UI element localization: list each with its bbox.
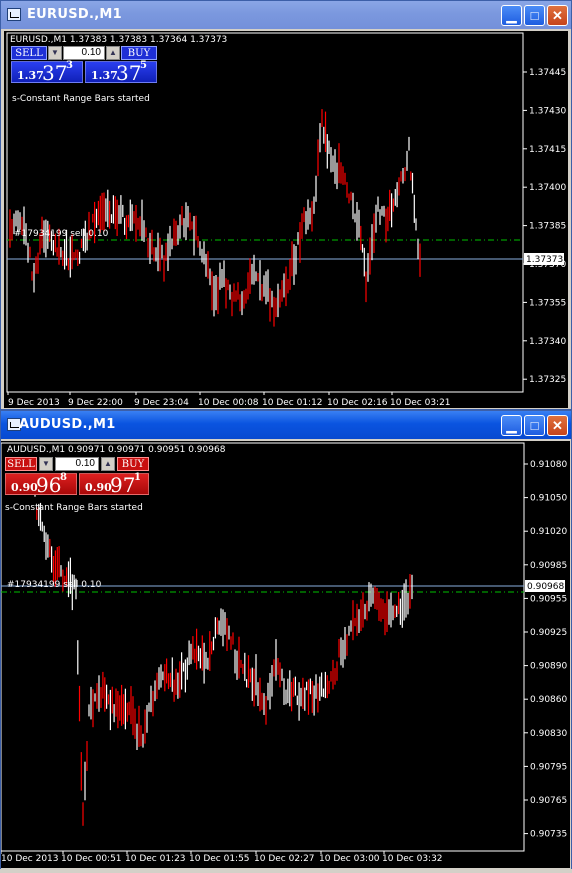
close-button[interactable]: ✕ xyxy=(547,5,568,26)
ask-pip: 5 xyxy=(140,60,147,71)
price-tick-label: 1.37325 xyxy=(529,375,566,385)
lot-up-arrow-icon[interactable]: ▲ xyxy=(106,46,120,60)
price-tick-label: 0.90830 xyxy=(530,729,567,739)
buy-button[interactable]: BUY xyxy=(117,457,149,471)
order-label: #17934199 sell 0.10 xyxy=(14,229,109,239)
time-tick-label: 10 Dec 03:21 xyxy=(390,398,451,408)
price-tick-label: 1.37415 xyxy=(529,145,566,155)
time-tick-label: 10 Dec 01:23 xyxy=(125,854,186,864)
lot-down-arrow-icon[interactable]: ▼ xyxy=(39,457,53,471)
price-tick-label: 0.90765 xyxy=(530,796,567,806)
bottom-tab-strip xyxy=(0,869,572,873)
window-title: AUDUSD.,M1 xyxy=(19,417,116,432)
time-tick-label: 10 Dec 00:08 xyxy=(198,398,259,408)
lot-up-arrow-icon[interactable]: ▲ xyxy=(101,457,115,471)
plot-border xyxy=(6,32,524,393)
time-tick-label: 9 Dec 2013 xyxy=(8,398,60,408)
minimize-button[interactable]: ▁ xyxy=(501,415,522,436)
ask-prefix: 0.90 xyxy=(85,481,112,494)
window-titlebar[interactable]: EURUSD.,M1 ▁ □ ✕ xyxy=(1,1,571,29)
price-tick-label: 1.37355 xyxy=(529,298,566,308)
bid-pip: 3 xyxy=(66,60,73,71)
price-tick-label: 0.90985 xyxy=(530,561,567,571)
chart-window-icon xyxy=(7,8,21,21)
price-tick-label: 0.90735 xyxy=(530,830,567,840)
ask-prefix: 1.37 xyxy=(91,69,118,82)
buy-button[interactable]: BUY xyxy=(121,46,157,60)
current-price-label: 0.90968 xyxy=(527,582,564,592)
chart-canvas-area[interactable]: 1.37445 1.37430 1.37415 1.37400 1.37385 1.373… xyxy=(4,31,568,408)
status-message: s-Constant Range Bars started xyxy=(5,503,143,513)
audusd-chart-window[interactable]: AUDUSD.,M1 ▁ □ ✕ 0.91080 0.91050 0.91020 0.… xyxy=(0,410,572,870)
price-tick-label: 0.90795 xyxy=(530,762,567,772)
time-tick-label: 10 Dec 01:12 xyxy=(262,398,323,408)
window-title: EURUSD.,M1 xyxy=(27,7,123,22)
price-tick-label: 0.91050 xyxy=(530,494,567,504)
price-tick-label: 0.90890 xyxy=(530,662,567,672)
current-price-label: 1.37373 xyxy=(526,255,563,265)
close-button[interactable]: ✕ xyxy=(547,415,568,436)
price-tick-label: 0.90925 xyxy=(530,628,567,638)
price-tick-label: 1.37430 xyxy=(529,106,566,116)
time-tick-label: 9 Dec 23:04 xyxy=(134,398,189,408)
eurusd-chart-window[interactable]: EURUSD.,M1 ▁ □ ✕ 1.37445 1.37430 1.37415 1.… xyxy=(0,0,572,410)
time-tick-label: 10 Dec 03:32 xyxy=(382,854,443,864)
price-tick-label: 1.37400 xyxy=(529,183,566,193)
bid-price-button[interactable]: 1.37 37 3 xyxy=(11,60,83,85)
time-tick-label: 10 Dec 02:16 xyxy=(327,398,388,408)
price-tick-label: 0.91080 xyxy=(530,460,567,470)
maximize-button[interactable]: □ xyxy=(524,5,545,26)
lot-size-input[interactable]: 0.10 xyxy=(55,457,99,471)
chart-canvas-area[interactable]: 0.91080 0.91050 0.91020 0.90985 0.90955 0.909… xyxy=(1,441,570,868)
bid-big-digits: 37 xyxy=(42,61,68,85)
bid-prefix: 0.90 xyxy=(11,481,38,494)
price-tick-label: 1.37445 xyxy=(529,68,566,78)
price-tick-label: 0.90955 xyxy=(530,594,567,604)
lot-down-arrow-icon[interactable]: ▼ xyxy=(48,46,62,60)
status-message: s-Constant Range Bars started xyxy=(12,94,150,104)
bid-big-digits: 96 xyxy=(36,473,62,497)
ask-price-button[interactable]: 0.90 97 1 xyxy=(79,472,149,497)
maximize-button[interactable]: □ xyxy=(524,415,545,436)
price-tick-label: 0.91020 xyxy=(530,527,567,537)
price-tick-label: 0.90860 xyxy=(530,695,567,705)
ask-price-button[interactable]: 1.37 37 5 xyxy=(85,60,157,85)
sell-button[interactable]: SELL xyxy=(11,46,47,60)
price-tick-label: 1.37385 xyxy=(529,222,566,232)
order-label: #17934199 sell 0.10 xyxy=(7,580,102,590)
lot-size-input[interactable]: 0.10 xyxy=(63,46,105,60)
chart-header: EURUSD.,M1 1.37383 1.37383 1.37364 1.373… xyxy=(10,35,228,45)
ask-big-digits: 37 xyxy=(116,61,142,85)
time-tick-label: 10 Dec 01:55 xyxy=(189,854,250,864)
ask-big-digits: 97 xyxy=(110,473,136,497)
price-chart[interactable]: 1.374451.374301.374151.374001.373851.373… xyxy=(4,31,568,408)
bid-price-button[interactable]: 0.90 96 8 xyxy=(5,472,77,497)
time-tick-label: 10 Dec 2013 xyxy=(1,854,59,864)
ask-pip: 1 xyxy=(134,472,141,483)
time-tick-label: 10 Dec 00:51 xyxy=(61,854,122,864)
time-tick-label: 10 Dec 03:00 xyxy=(319,854,380,864)
bid-pip: 8 xyxy=(60,472,67,483)
minimize-button[interactable]: ▁ xyxy=(501,5,522,26)
window-titlebar[interactable]: AUDUSD.,M1 ▁ □ ✕ xyxy=(1,411,571,439)
time-tick-label: 10 Dec 02:27 xyxy=(254,854,315,864)
time-tick-label: 9 Dec 22:00 xyxy=(68,398,123,408)
sell-button[interactable]: SELL xyxy=(5,457,37,471)
bid-prefix: 1.37 xyxy=(17,69,44,82)
chart-header: AUDUSD.,M1 0.90971 0.90971 0.90951 0.909… xyxy=(7,445,226,455)
price-tick-label: 1.37340 xyxy=(529,337,566,347)
